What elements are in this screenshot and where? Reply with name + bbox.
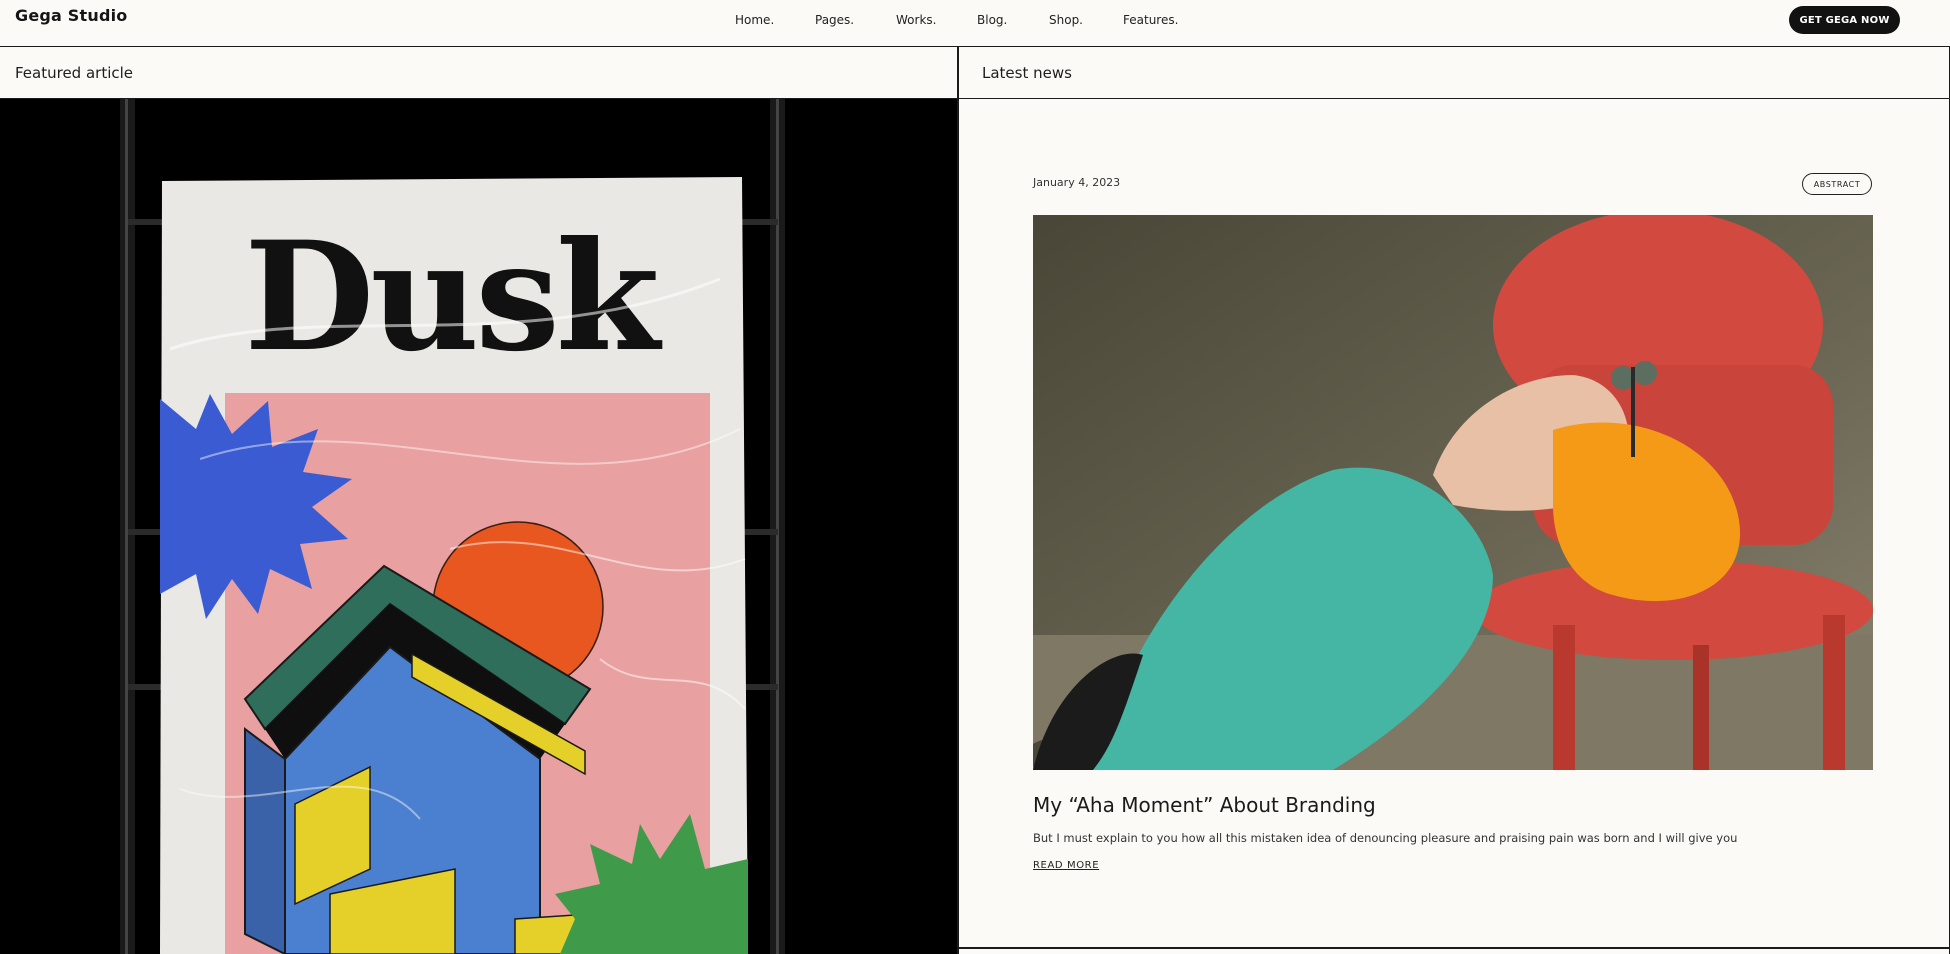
article-date: January 4, 2023 xyxy=(1033,176,1121,189)
column-divider xyxy=(957,47,959,954)
featured-article-heading: Featured article xyxy=(0,47,958,99)
article-category-tag[interactable]: ABSTRACT xyxy=(1802,173,1872,195)
nav-item-blog[interactable]: Blog. xyxy=(977,13,1007,27)
article-image[interactable] xyxy=(1033,215,1873,770)
latest-news-heading: Latest news xyxy=(958,47,1950,99)
nav-item-features[interactable]: Features. xyxy=(1123,13,1178,27)
top-navigation-bar: Gega Studio Home. Pages. Works. Blog. Sh… xyxy=(0,0,1950,47)
featured-article-image[interactable]: Dusk xyxy=(0,99,958,954)
nav-item-pages[interactable]: Pages. xyxy=(815,13,854,27)
photo-person-on-red-chair xyxy=(1033,215,1873,770)
article-title[interactable]: My “Aha Moment” About Branding xyxy=(1033,793,1376,817)
dusk-poster-illustration: Dusk xyxy=(120,99,785,954)
get-gega-now-button[interactable]: GET GEGA NOW xyxy=(1789,6,1900,34)
article-bottom-divider xyxy=(958,947,1950,949)
nav-item-home[interactable]: Home. xyxy=(735,13,774,27)
site-logo[interactable]: Gega Studio xyxy=(15,6,128,25)
poster-title: Dusk xyxy=(244,209,663,385)
read-more-link[interactable]: READ MORE xyxy=(1033,860,1099,871)
nav-item-works[interactable]: Works. xyxy=(896,13,936,27)
nav-item-shop[interactable]: Shop. xyxy=(1049,13,1083,27)
article-excerpt: But I must explain to you how all this m… xyxy=(1033,831,1738,845)
